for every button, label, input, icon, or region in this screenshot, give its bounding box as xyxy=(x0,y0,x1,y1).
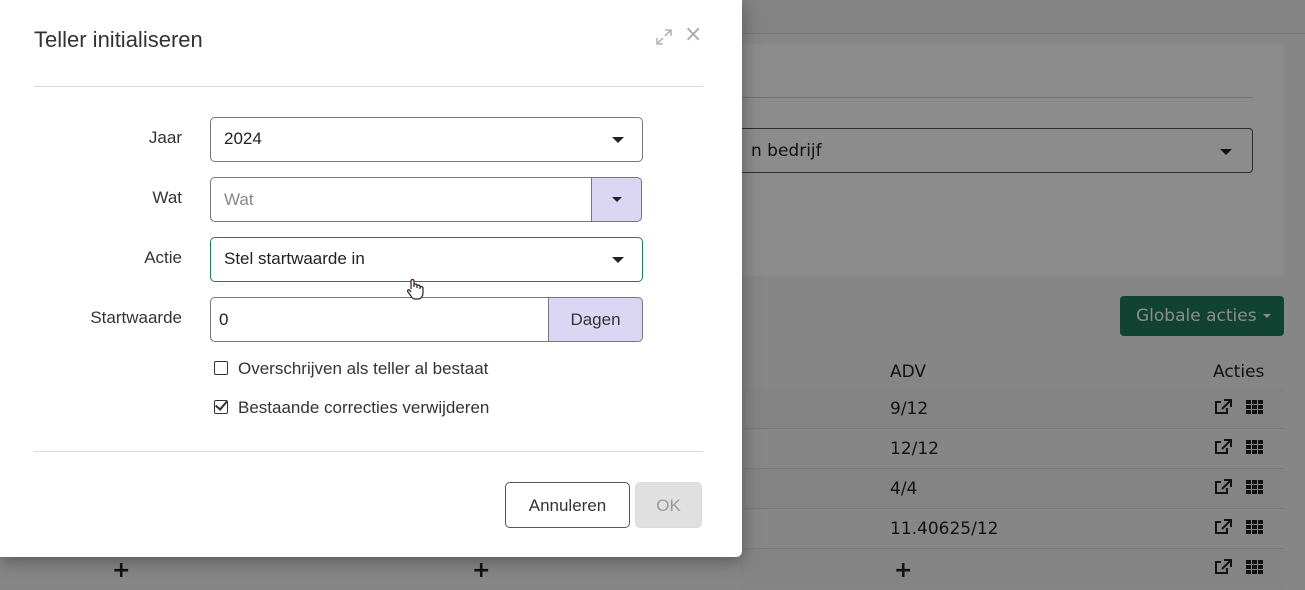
year-select[interactable]: 2024 xyxy=(210,117,643,162)
year-label: Jaar xyxy=(148,128,182,147)
what-label: Wat xyxy=(152,188,182,207)
footer-divider xyxy=(34,451,703,452)
ok-button[interactable]: OK xyxy=(635,482,702,528)
action-select[interactable]: Stel startwaarde in xyxy=(210,237,643,282)
close-icon[interactable]: × xyxy=(684,24,702,46)
caret-down-icon xyxy=(612,257,624,263)
start-value-text: 0 xyxy=(219,310,229,329)
unit-addon: Dagen xyxy=(548,297,643,342)
overwrite-label: Overschrijven als teller al bestaat xyxy=(238,359,489,378)
modal-title: Teller initialiseren xyxy=(34,27,203,52)
start-value-input[interactable]: 0 xyxy=(210,297,549,342)
action-label: Actie xyxy=(144,248,182,267)
delete-corrections-checkbox-row[interactable]: Bestaande correcties verwijderen xyxy=(214,398,489,418)
overwrite-checkbox-row[interactable]: Overschrijven als teller al bestaat xyxy=(214,359,488,379)
overwrite-checkbox[interactable] xyxy=(214,361,228,375)
delete-corrections-label: Bestaande correcties verwijderen xyxy=(238,398,490,417)
hand-pointer-icon xyxy=(407,278,424,300)
header-divider xyxy=(34,86,703,87)
start-value-label: Startwaarde xyxy=(90,308,182,327)
initialize-counter-dialog: Teller initialiseren × Jaar 2024 Wat Wat… xyxy=(0,0,742,557)
delete-corrections-checkbox[interactable] xyxy=(214,400,228,414)
caret-down-icon xyxy=(612,197,622,202)
action-select-value: Stel startwaarde in xyxy=(224,249,365,268)
cancel-button[interactable]: Annuleren xyxy=(505,482,630,528)
what-placeholder: Wat xyxy=(224,190,254,209)
expand-icon[interactable] xyxy=(655,28,673,46)
year-select-value: 2024 xyxy=(224,129,262,148)
caret-down-icon xyxy=(612,137,624,143)
what-input[interactable]: Wat xyxy=(210,177,592,222)
what-dropdown-button[interactable] xyxy=(591,177,642,222)
